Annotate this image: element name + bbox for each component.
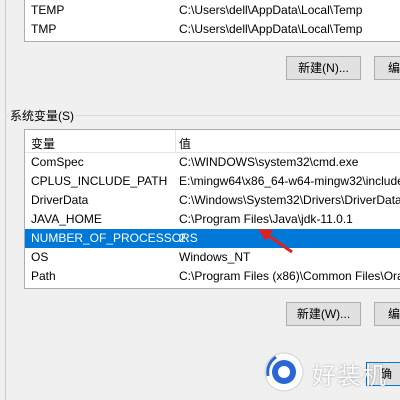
system-edit-button[interactable]: 编 <box>374 302 400 326</box>
red-arrow-icon <box>258 229 293 254</box>
watermark-text: 好装机 <box>312 362 387 390</box>
watermark-logo-icon <box>264 352 304 392</box>
system-new-button[interactable]: 新建(W)... <box>286 302 361 326</box>
watermark: 好装机 <box>262 348 392 394</box>
